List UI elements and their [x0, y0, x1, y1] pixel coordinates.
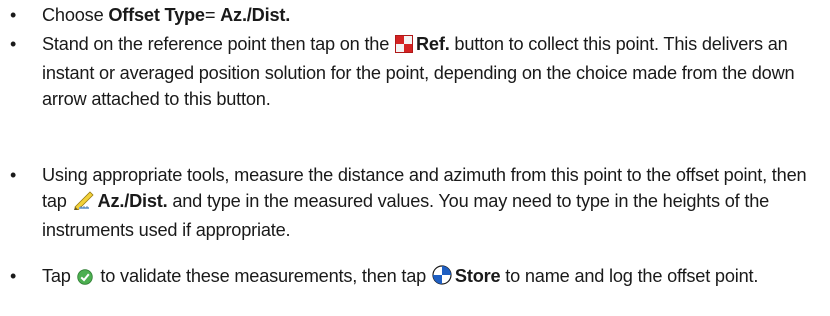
text-run: to name and log the offset point.	[500, 266, 759, 286]
list-item-text: Using appropriate tools, measure the dis…	[42, 162, 827, 243]
document-page: • Choose Offset Type= Az./Dist. • Stand …	[0, 0, 830, 316]
ref-point-icon	[395, 34, 413, 60]
bold-term-offset-type: Offset Type	[108, 5, 205, 25]
text-run: =	[204, 5, 221, 25]
checkmark-icon	[76, 266, 93, 292]
text-run: to validate these measurements, then tap	[95, 266, 431, 286]
list-item-text: Tap to validate these measurements, then…	[42, 263, 827, 292]
bold-term-az-dist: Az./Dist.	[97, 191, 168, 211]
bold-term-ref: Ref.	[416, 34, 450, 54]
text-run: Choose	[42, 5, 109, 25]
store-target-icon	[432, 265, 452, 292]
bullet: •	[10, 266, 17, 286]
bullet: •	[10, 5, 17, 25]
bullet: •	[10, 34, 17, 54]
list-item-text: Stand on the reference point then tap on…	[42, 31, 827, 112]
text-run: Stand on the reference point then tap on…	[42, 34, 394, 54]
bold-term-az-dist: Az./Dist.	[220, 5, 291, 25]
list-item-text: Choose Offset Type= Az./Dist.	[42, 2, 827, 28]
bullet: •	[10, 165, 17, 185]
ruler-pencil-icon	[73, 190, 95, 217]
text-run: Tap	[42, 266, 76, 286]
bold-term-store: Store	[454, 266, 501, 286]
